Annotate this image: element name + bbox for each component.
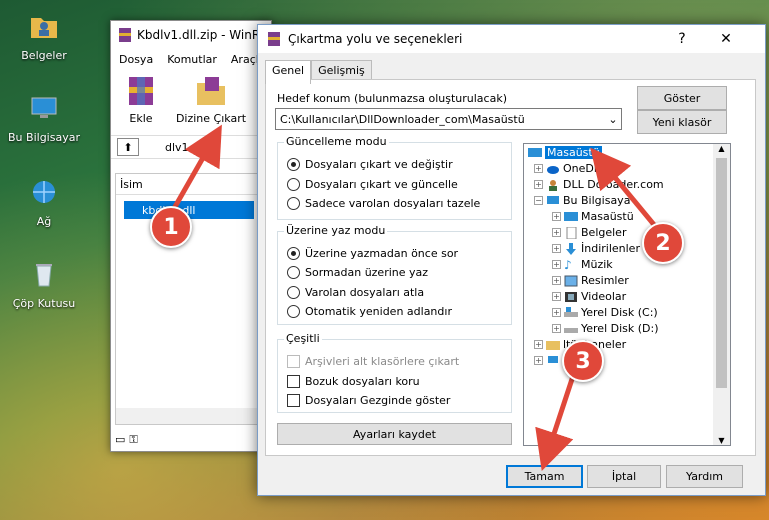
tab-general[interactable]: Genel bbox=[265, 60, 312, 84]
callout-step-1: 1 bbox=[150, 206, 192, 248]
arrow-2 bbox=[590, 147, 662, 234]
callout-step-3: 3 bbox=[562, 340, 604, 382]
arrow-3 bbox=[535, 369, 578, 471]
arrow-1 bbox=[169, 124, 222, 214]
callout-step-2: 2 bbox=[642, 222, 684, 264]
